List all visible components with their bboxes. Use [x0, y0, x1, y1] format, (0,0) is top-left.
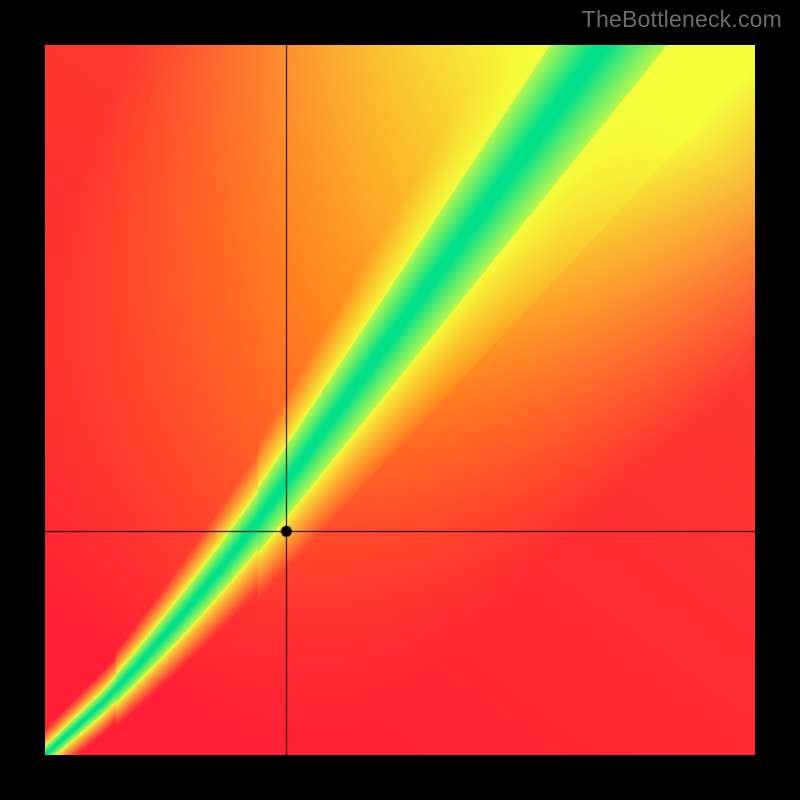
heatmap-canvas [45, 45, 755, 755]
chart-container: TheBottleneck.com [0, 0, 800, 800]
heatmap-plot [45, 45, 755, 755]
watermark-label: TheBottleneck.com [582, 6, 782, 33]
